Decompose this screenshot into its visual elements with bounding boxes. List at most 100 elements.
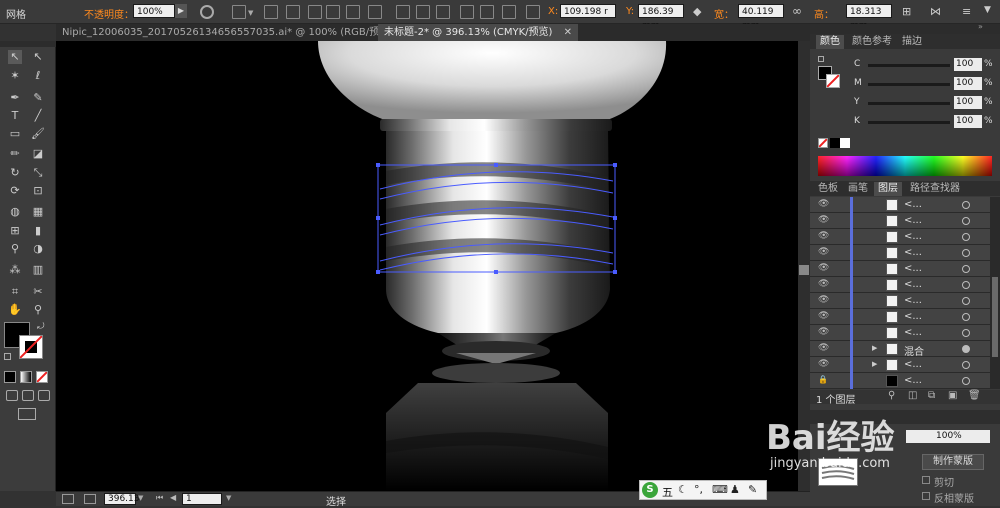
magic-wand-tool-icon[interactable]: ✶ [8, 69, 22, 83]
layer-row[interactable]: 👁 <... [810, 197, 990, 213]
eye-icon[interactable]: 👁 [818, 295, 829, 305]
channel-input[interactable]: 100 [954, 115, 982, 128]
black-color-icon[interactable] [830, 138, 840, 148]
chevron-down-icon[interactable]: ▼ [138, 494, 143, 502]
x-input[interactable]: 109.198 r [560, 4, 616, 18]
layer-row[interactable]: 👁 ▶ <... [810, 357, 990, 373]
eye-icon[interactable]: 👁 [818, 247, 829, 257]
rotate-tool-icon[interactable]: ↻ [8, 166, 22, 180]
eraser-tool-icon[interactable]: ◪ [31, 147, 45, 161]
opacity-arrow-icon[interactable]: ▶ [175, 4, 187, 18]
panel-menu-icon[interactable]: ≡ [962, 5, 971, 18]
layer-row[interactable]: 🔒 <... [810, 373, 990, 389]
target-icon[interactable] [962, 217, 970, 225]
expand-triangle-icon[interactable]: ▶ [872, 360, 877, 368]
rectangle-tool-icon[interactable]: ▭ [8, 127, 22, 141]
target-icon[interactable] [962, 313, 970, 321]
distribute-bottom-icon[interactable] [436, 5, 450, 19]
channel-input[interactable]: 100 [954, 58, 982, 71]
prev-page-icon[interactable]: ◀ [170, 493, 176, 502]
distribute-right-icon[interactable] [502, 5, 516, 19]
tab-nipic-document[interactable]: Nipic_12006035_20170526134656557035.ai* … [56, 24, 399, 41]
width-input[interactable]: 40.119 mm [738, 4, 784, 31]
layer-row[interactable]: 👁 <... [810, 229, 990, 245]
tab-color[interactable]: 颜色 [816, 35, 844, 49]
tab-stroke[interactable]: 描边 [898, 35, 926, 49]
eye-icon[interactable]: 👁 [818, 311, 829, 321]
invert-mask-checkbox[interactable] [922, 492, 930, 500]
layer-row[interactable]: 👁 <... [810, 309, 990, 325]
white-color-icon[interactable] [840, 138, 850, 148]
gradient-tool-icon[interactable]: ▮ [31, 224, 45, 238]
screen-mode-icon[interactable] [18, 408, 36, 420]
target-icon[interactable] [962, 249, 970, 257]
column-graph-tool-icon[interactable]: ▥ [31, 263, 45, 277]
eye-icon[interactable]: 👁 [818, 327, 829, 337]
draw-behind-icon[interactable] [22, 390, 34, 401]
page-input[interactable]: 1 [182, 493, 222, 505]
sogou-icon[interactable]: S [642, 482, 658, 498]
default-colors-icon[interactable] [4, 353, 11, 360]
transform-icon[interactable]: ⊞ [902, 5, 911, 18]
clipping-mask-icon[interactable]: ◫ [908, 390, 917, 401]
free-transform-tool-icon[interactable]: ⊡ [31, 184, 45, 198]
channel-slider[interactable] [868, 64, 950, 67]
draw-normal-icon[interactable] [6, 390, 18, 401]
eye-icon[interactable]: 👁 [818, 343, 829, 353]
width-tool-icon[interactable]: ⟳ [8, 184, 22, 198]
layers-scrollbar[interactable] [990, 197, 1000, 389]
y-input[interactable]: 186.39 mm [638, 4, 684, 31]
lasso-tool-icon[interactable]: ℓ [31, 69, 45, 83]
layer-row[interactable]: 👁 <... [810, 261, 990, 277]
channel-input[interactable]: 100 [954, 96, 982, 109]
share-icon[interactable] [84, 494, 96, 504]
target-icon[interactable] [962, 377, 970, 385]
opacity-label[interactable]: 不透明度： [84, 6, 134, 21]
eye-icon[interactable]: 👁 [818, 199, 829, 209]
tab-swatches[interactable]: 色板 [814, 182, 842, 196]
channel-slider[interactable] [868, 83, 950, 86]
close-icon[interactable]: ✕ [564, 27, 572, 38]
tab-layers[interactable]: 图层 [874, 182, 902, 196]
ime-mode-label[interactable]: 五 [662, 484, 673, 500]
collapse-icon[interactable]: » [978, 22, 983, 31]
color-spectrum[interactable] [818, 156, 992, 176]
scroll-thumb[interactable] [799, 265, 809, 275]
link-icon[interactable]: ∞ [792, 4, 802, 18]
window-icon[interactable] [62, 494, 74, 504]
layer-row[interactable]: 👁 <... [810, 277, 990, 293]
opacity-input[interactable]: 100% [133, 4, 175, 18]
type-tool-icon[interactable]: T [8, 109, 22, 123]
height-input[interactable]: 18.313 mm [846, 4, 892, 31]
transform-reference-icon[interactable] [232, 5, 246, 19]
eye-icon[interactable]: 👁 [818, 263, 829, 273]
tab-untitled-2[interactable]: 未标题-2* @ 396.13% (CMYK/预览) ✕ [378, 24, 579, 41]
trash-icon[interactable]: 🗑 [968, 390, 981, 401]
skin-icon[interactable]: ♟ [730, 483, 740, 496]
gradient-mode-icon[interactable] [20, 371, 32, 383]
scale-tool-icon[interactable]: ⤡ [31, 166, 45, 180]
none-color-icon[interactable] [818, 138, 828, 148]
line-tool-icon[interactable]: ╱ [31, 109, 45, 123]
shape-builder-icon[interactable]: ⋈ [930, 5, 941, 18]
align-left-icon[interactable] [264, 5, 278, 19]
pencil-tool-icon[interactable]: ✏ [8, 147, 22, 161]
reference-point-icon[interactable]: ◆ [693, 5, 701, 18]
chevron-down-icon[interactable]: ▼ [248, 9, 253, 17]
channel-input[interactable]: 100 [954, 77, 982, 90]
artboard-canvas[interactable] [56, 41, 798, 491]
new-sublayer-icon[interactable]: ⧉ [928, 390, 935, 401]
chevron-down-icon[interactable]: ▼ [226, 494, 231, 502]
layer-row[interactable]: 👁 <... [810, 245, 990, 261]
layer-row[interactable]: 👁 <... [810, 293, 990, 309]
target-icon[interactable] [962, 297, 970, 305]
artboard-tool-icon[interactable]: ⌗ [8, 285, 22, 299]
layer-row[interactable]: 👁 <... [810, 325, 990, 341]
align-bottom-icon[interactable] [368, 5, 382, 19]
layer-row[interactable]: 👁 <... [810, 213, 990, 229]
distribute-top-icon[interactable] [396, 5, 410, 19]
target-icon[interactable] [962, 361, 970, 369]
perspective-grid-tool-icon[interactable]: ▦ [31, 205, 45, 219]
draw-inside-icon[interactable] [38, 390, 50, 401]
transform-grid-icon[interactable] [526, 5, 540, 19]
